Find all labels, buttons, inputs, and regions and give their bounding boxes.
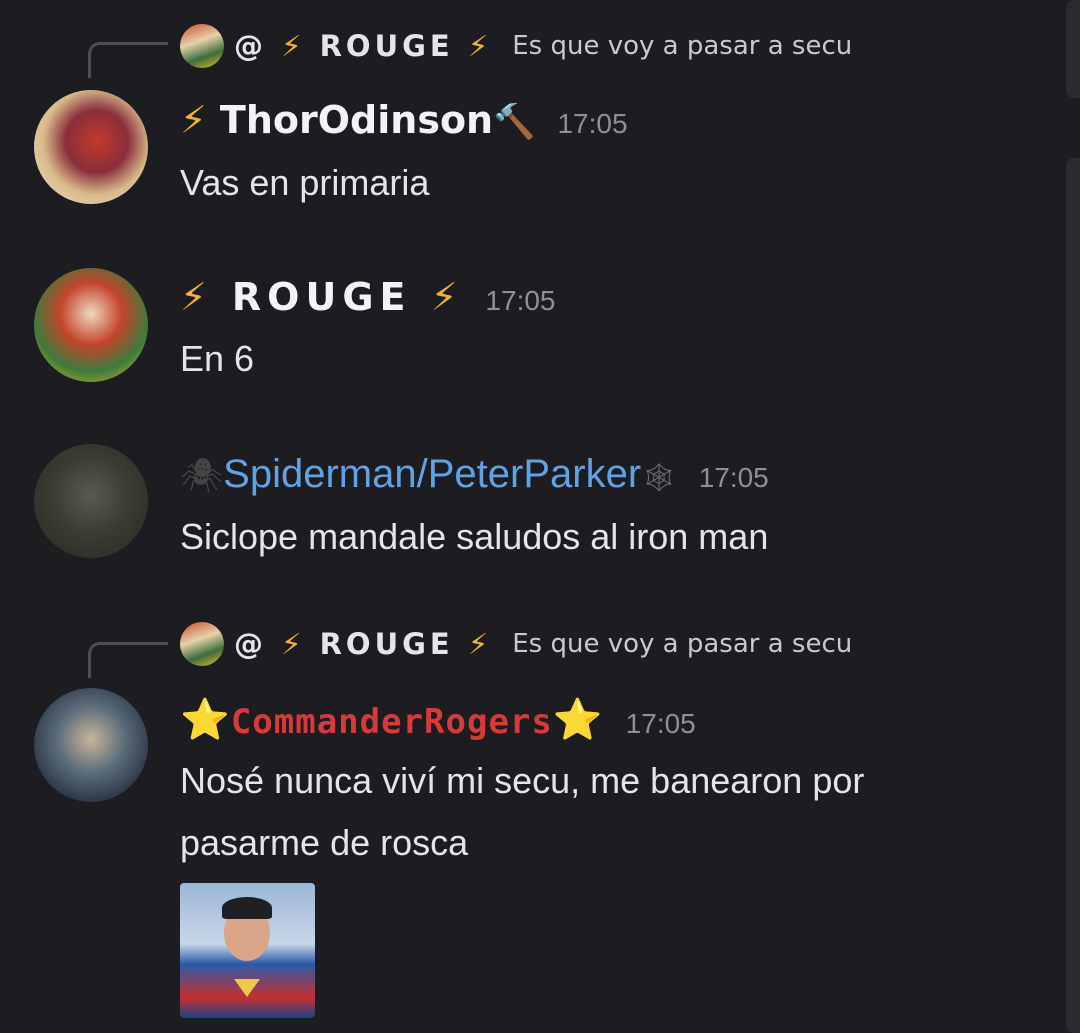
timestamp: 17:05	[557, 108, 628, 139]
message-header: ⭐CommanderRogers⭐ 17:05	[180, 696, 696, 743]
reply-text: Es que voy a pasar a secu	[512, 629, 853, 659]
scrollbar-thumb[interactable]	[1066, 158, 1080, 1033]
reply-mention: @ ⚡ ROUGE ⚡	[234, 627, 493, 661]
username[interactable]: ⚡ ThorOdinson🔨	[180, 98, 535, 142]
message-text-line-2: pasarme de rosca	[180, 822, 469, 863]
username[interactable]: 🕷Spiderman/PeterParker🕸	[180, 452, 677, 497]
timestamp: 17:05	[625, 708, 696, 739]
message-text: Siclope mandale saludos al iron man	[180, 516, 769, 557]
hammer-icon: 🔨	[493, 102, 536, 142]
message-header: 🕷Spiderman/PeterParker🕸 17:05	[180, 452, 769, 497]
avatar[interactable]	[34, 688, 148, 802]
reply-mention: @ ⚡ ROUGE ⚡	[234, 29, 493, 63]
reply-preview[interactable]: @ ⚡ ROUGE ⚡ Es que voy a pasar a secu	[180, 620, 852, 668]
attachment-emblem	[234, 979, 260, 997]
username[interactable]: ⭐CommanderRogers⭐	[180, 696, 604, 743]
avatar[interactable]	[34, 268, 148, 382]
reply-avatar	[180, 24, 224, 68]
message-header: ⚡ ThorOdinson🔨 17:05	[180, 98, 628, 142]
star-icon: ⭐	[180, 697, 231, 743]
star-icon: ⭐	[552, 697, 604, 743]
reply-text: Es que voy a pasar a secu	[512, 31, 853, 61]
message-text: En 6	[180, 338, 255, 379]
reply-preview[interactable]: @ ⚡ ROUGE ⚡ Es que voy a pasar a secu	[180, 22, 852, 70]
scrollbar-top[interactable]	[1066, 0, 1080, 98]
avatar[interactable]	[34, 90, 148, 204]
message-text-line-1: Nosé nunca viví mi secu, me banearon por	[180, 760, 865, 801]
reply-connector	[88, 42, 168, 78]
message-header: ⚡ ROUGE ⚡ 17:05	[180, 275, 556, 319]
reply-connector	[88, 642, 168, 678]
timestamp: 17:05	[698, 462, 769, 493]
spider-icon: 🕷	[180, 456, 224, 496]
attachment-hair	[222, 897, 272, 919]
reply-avatar	[180, 622, 224, 666]
image-attachment[interactable]	[180, 883, 315, 1018]
avatar[interactable]	[34, 444, 148, 558]
message-text: Vas en primaria	[180, 162, 430, 203]
username[interactable]: ⚡ ROUGE ⚡	[180, 275, 463, 319]
spider-web-icon: 🕸	[641, 461, 677, 494]
timestamp: 17:05	[485, 285, 556, 316]
